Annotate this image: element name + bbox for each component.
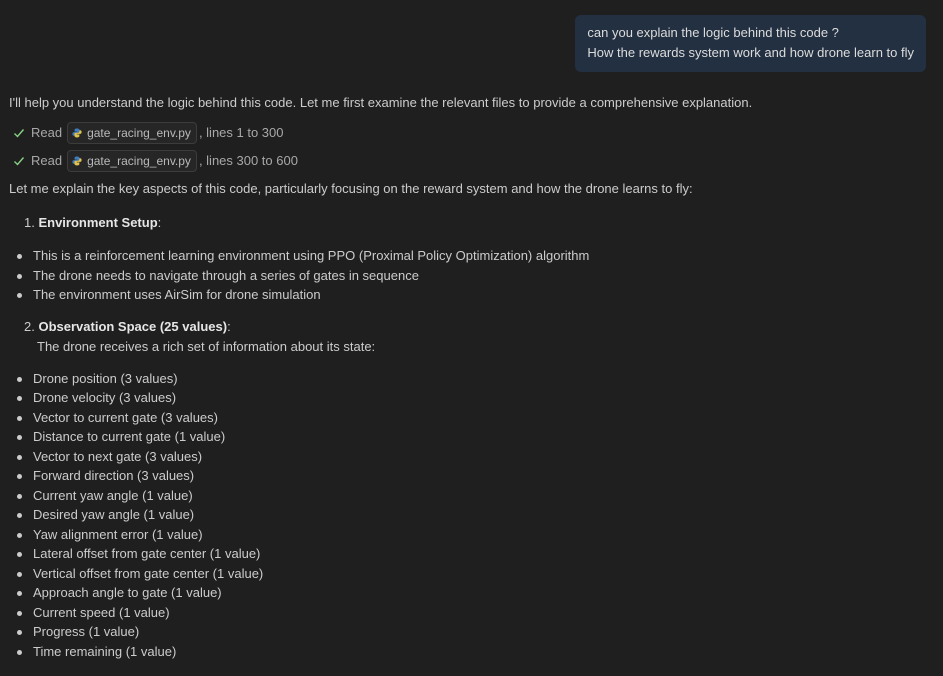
list-item: Time remaining (1 value) — [9, 642, 931, 662]
list-item: Desired yaw angle (1 value) — [9, 505, 931, 525]
tool-call-read-1: Read gate_racing_env.py , lines 1 to 300 — [9, 122, 931, 144]
tool-call-action: Read — [31, 125, 63, 140]
tool-call-read-2: Read gate_racing_env.py , lines 300 to 6… — [9, 150, 931, 172]
check-icon — [14, 157, 25, 166]
check-icon — [14, 129, 25, 138]
assistant-response: I'll help you understand the logic behin… — [9, 93, 931, 661]
list-item: Lateral offset from gate center (1 value… — [9, 544, 931, 564]
file-link[interactable]: gate_racing_env.py — [67, 122, 197, 144]
observation-space-list: Drone position (3 values) Drone velocity… — [9, 369, 931, 662]
file-name: gate_racing_env.py — [87, 126, 191, 140]
list-item: Forward direction (3 values) — [9, 466, 931, 486]
line-range: , lines 1 to 300 — [198, 125, 284, 140]
list-item: Vertical offset from gate center (1 valu… — [9, 564, 931, 584]
python-file-icon — [72, 128, 82, 138]
list-item: Current speed (1 value) — [9, 603, 931, 623]
list-item: Distance to current gate (1 value) — [9, 427, 931, 447]
list-item: Vector to current gate (3 values) — [9, 408, 931, 428]
file-link[interactable]: gate_racing_env.py — [67, 150, 197, 172]
list-item: Approach angle to gate (1 value) — [9, 583, 931, 603]
user-message-bubble: can you explain the logic behind this co… — [575, 15, 926, 72]
assistant-intro: I'll help you understand the logic behin… — [9, 95, 753, 110]
python-file-icon — [72, 156, 82, 166]
list-item: Vector to next gate (3 values) — [9, 447, 931, 467]
line-range: , lines 300 to 600 — [198, 153, 298, 168]
list-item: The drone needs to navigate through a se… — [9, 266, 931, 286]
list-item: The environment uses AirSim for drone si… — [9, 285, 931, 305]
section-heading-environment-setup: 1. Environment Setup: — [24, 213, 931, 233]
list-item: Current yaw angle (1 value) — [9, 486, 931, 506]
list-item: This is a reinforcement learning environ… — [9, 246, 931, 266]
section-heading-observation-space: 2. Observation Space (25 values): — [24, 317, 931, 337]
section-subtitle: The drone receives a rich set of informa… — [37, 338, 376, 354]
section-suffix: : — [157, 215, 162, 230]
list-item: Drone position (3 values) — [9, 369, 931, 389]
list-item: Yaw alignment error (1 value) — [9, 525, 931, 545]
section-title: Environment Setup — [38, 215, 158, 230]
section-title: Observation Space (25 values) — [38, 318, 228, 334]
file-name: gate_racing_env.py — [87, 154, 191, 168]
environment-setup-list: This is a reinforcement learning environ… — [9, 246, 931, 305]
user-message-line-2: How the rewards system work and how dron… — [587, 45, 914, 60]
assistant-lead: Let me explain the key aspects of this c… — [9, 181, 693, 196]
section-number: 1. — [24, 215, 35, 230]
user-message-line-1: can you explain the logic behind this co… — [587, 25, 839, 40]
list-item: Progress (1 value) — [9, 622, 931, 642]
tool-call-action: Read — [31, 153, 63, 168]
section-number: 2. — [24, 318, 35, 334]
section-suffix: : — [227, 318, 231, 334]
list-item: Drone velocity (3 values) — [9, 388, 931, 408]
